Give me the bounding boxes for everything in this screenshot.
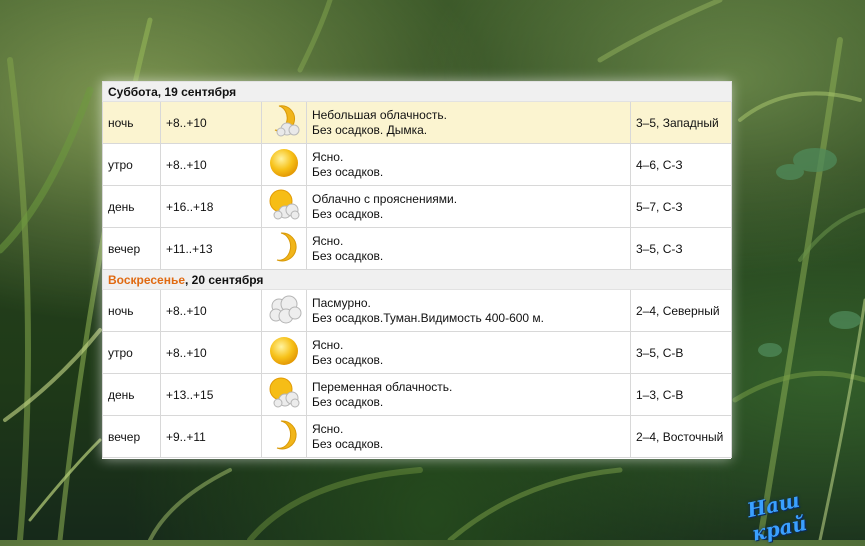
wind-cell: 4–6, С-З: [629, 143, 733, 186]
day-header: Воскресенье, 20 сентября: [101, 269, 733, 290]
forecast-row: ночь +8..+10 Пасмурно. Без осадков.Туман.Ви…: [102, 289, 733, 332]
description-line-1: Ясно.: [312, 337, 344, 352]
weather-icon-cell: [261, 373, 307, 416]
weekday-label: Суббота: [108, 84, 158, 99]
date-label: , 20 сентября: [185, 272, 264, 287]
forecast-row: день +16..+18 Облачно с прояснениями. Без о…: [102, 185, 733, 228]
wind-cell: 2–4, Северный: [629, 289, 733, 332]
description-cell: Переменная облачность. Без осадков.: [306, 373, 631, 416]
temperature-cell: +8..+10: [160, 101, 262, 144]
temperature-cell: +13..+15: [160, 373, 262, 416]
description-line-2: Без осадков.: [312, 394, 384, 409]
moon-icon: [267, 420, 301, 455]
day-title: Воскресенье, 20 сентября: [101, 269, 733, 290]
period-cell: утро: [102, 331, 161, 374]
weather-icon-cell: [261, 227, 307, 270]
forecast-panel: Суббота, 19 сентября ночь +8..+10 Небольшая…: [101, 81, 733, 459]
wind-cell: 3–5, С-В: [629, 331, 733, 374]
description-cell: Пасмурно. Без осадков.Туман.Видимость 400…: [306, 289, 631, 332]
description-line-2: Без осадков.: [312, 164, 384, 179]
description-cell: Ясно. Без осадков.: [306, 227, 631, 270]
forecast-row: ночь +8..+10 Небольшая облачность. Без осад…: [102, 101, 733, 144]
date-label: , 19 сентября: [157, 84, 237, 99]
temperature-cell: +8..+10: [160, 143, 262, 186]
wind-cell: 3–5, Западный: [629, 101, 733, 144]
weather-icon-cell: [261, 101, 307, 144]
forecast-row: вечер +11..+13 Ясно. Без осадков. 3–5, С-З: [102, 227, 733, 270]
period-cell: день: [102, 185, 161, 228]
sun-icon: [267, 337, 301, 371]
description-line-2: Без осадков.: [312, 206, 384, 221]
wind-cell: 1–3, С-В: [629, 373, 733, 416]
description-cell: Ясно. Без осадков.: [306, 331, 631, 374]
description-line-2: Без осадков. Дымка.: [312, 122, 428, 137]
weekday-label: Воскресенье: [108, 272, 186, 287]
description-line-1: Облачно с прояснениями.: [312, 191, 458, 206]
weather-icon-cell: [261, 289, 307, 332]
forecast-row: вечер +9..+11 Ясно. Без осадков. 2–4, Восточ…: [102, 415, 733, 458]
period-cell: вечер: [102, 415, 161, 458]
weather-icon-cell: [261, 185, 307, 228]
sun-cloud-icon: [267, 377, 301, 413]
description-cell: Ясно. Без осадков.: [306, 415, 631, 458]
sun-cloud-icon: [267, 189, 301, 225]
weather-icon-cell: [261, 331, 307, 374]
description-line-2: Без осадков.: [312, 352, 384, 367]
forecast-table: Суббота, 19 сентября ночь +8..+10 Небольшая…: [101, 81, 733, 458]
description-line-1: Небольшая облачность.: [312, 107, 447, 122]
day-header: Суббота, 19 сентября: [101, 81, 733, 102]
temperature-cell: +11..+13: [160, 227, 262, 270]
wind-cell: 3–5, С-З: [629, 227, 733, 270]
temperature-cell: +8..+10: [160, 289, 262, 332]
description-cell: Ясно. Без осадков.: [306, 143, 631, 186]
description-line-2: Без осадков.: [312, 248, 384, 263]
description-line-1: Ясно.: [312, 421, 344, 436]
temperature-cell: +8..+10: [160, 331, 262, 374]
day-title: Суббота, 19 сентября: [101, 81, 733, 102]
moon-cloud-icon: [267, 105, 301, 141]
period-cell: ночь: [102, 289, 161, 332]
moon-icon: [267, 232, 301, 267]
forecast-row: утро +8..+10 Ясно. Без осадков. 4–6, С-З: [102, 143, 733, 186]
description-line-1: Пасмурно.: [312, 295, 371, 310]
sun-icon: [267, 149, 301, 183]
cloud-icon: [266, 295, 302, 329]
description-line-1: Ясно.: [312, 233, 344, 248]
description-line-2: Без осадков.: [312, 436, 384, 451]
description-line-1: Переменная облачность.: [312, 379, 453, 394]
description-line-2: Без осадков.Туман.Видимость 400-600 м.: [312, 310, 545, 325]
period-cell: вечер: [102, 227, 161, 270]
period-cell: день: [102, 373, 161, 416]
description-line-1: Ясно.: [312, 149, 344, 164]
wind-cell: 5–7, С-З: [629, 185, 733, 228]
period-cell: ночь: [102, 101, 161, 144]
period-cell: утро: [102, 143, 161, 186]
wind-cell: 2–4, Восточный: [629, 415, 733, 458]
temperature-cell: +16..+18: [160, 185, 262, 228]
temperature-cell: +9..+11: [160, 415, 262, 458]
description-cell: Небольшая облачность. Без осадков. Дымка.: [306, 101, 631, 144]
forecast-row: день +13..+15 Переменная облачность. Без ос…: [102, 373, 733, 416]
weather-icon-cell: [261, 415, 307, 458]
description-cell: Облачно с прояснениями. Без осадков.: [306, 185, 631, 228]
forecast-row: утро +8..+10 Ясно. Без осадков. 3–5, С-В: [102, 331, 733, 374]
weather-icon-cell: [261, 143, 307, 186]
